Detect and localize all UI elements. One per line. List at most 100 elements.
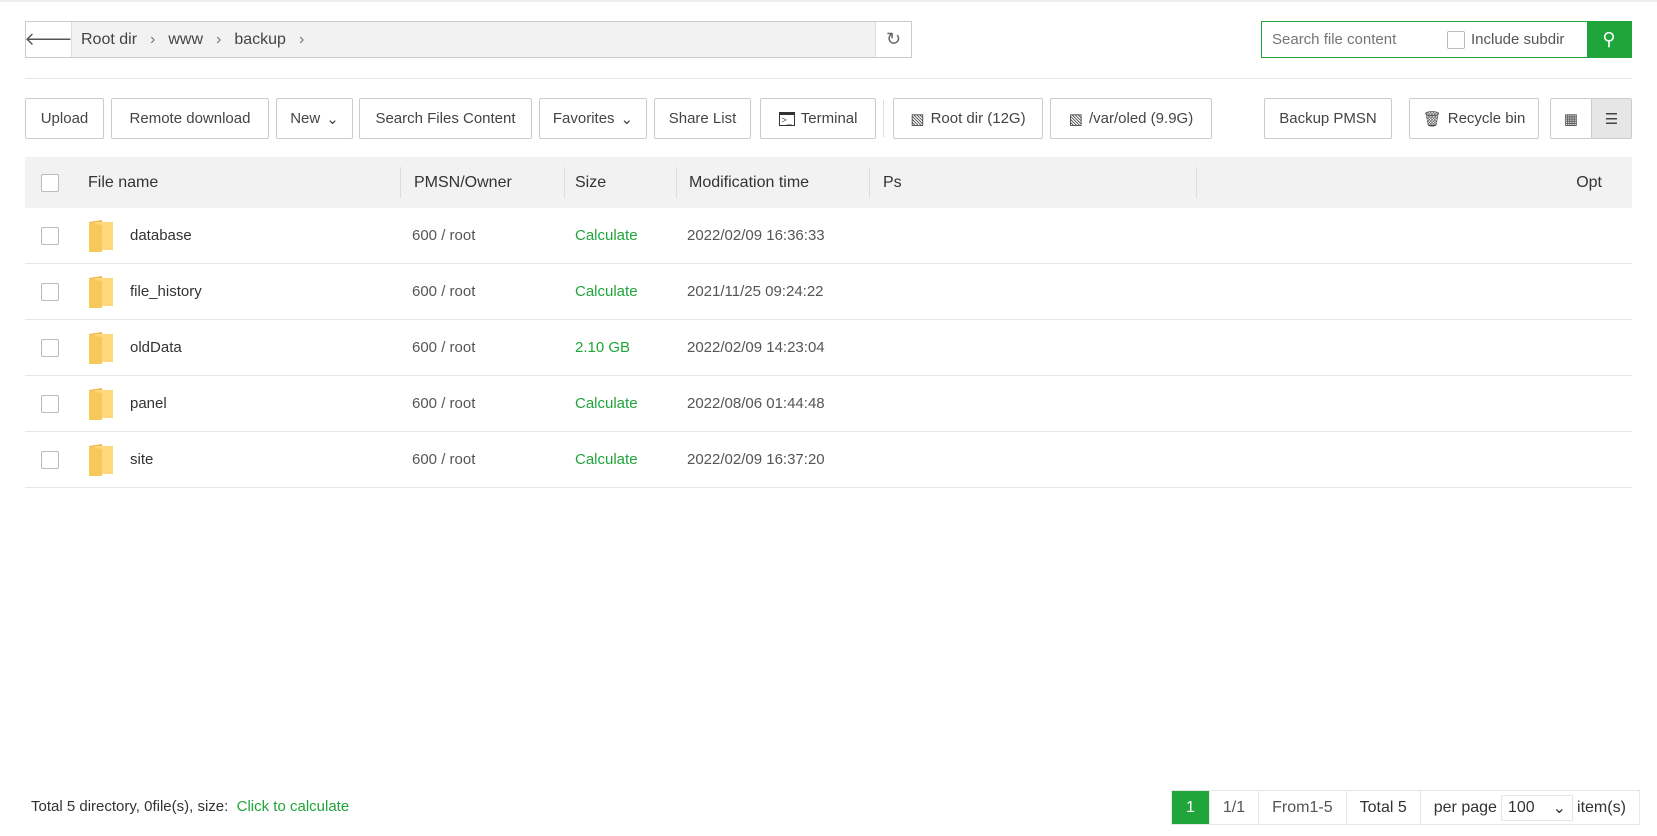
select-all-checkbox[interactable]: [41, 173, 59, 192]
file-name: database: [130, 227, 192, 244]
upload-button[interactable]: Upload: [25, 98, 104, 139]
share-list-button[interactable]: Share List: [654, 98, 751, 139]
summary-text: Total 5 directory, 0file(s), size:: [31, 798, 229, 815]
chevron-down-icon: ⌄: [326, 110, 339, 128]
time-cell: 2022/02/09 14:23:04: [687, 339, 825, 356]
terminal-button[interactable]: >_ Terminal: [760, 98, 876, 139]
time-cell: 2021/11/25 09:24:22: [687, 283, 824, 300]
favorites-dropdown[interactable]: Favorites ⌄: [539, 98, 647, 139]
file-name-cell[interactable]: file_history: [88, 275, 202, 309]
search-files-content-button[interactable]: Search Files Content: [359, 98, 532, 139]
search-button[interactable]: ⚲: [1587, 22, 1631, 57]
calculate-link[interactable]: Click to calculate: [237, 798, 350, 815]
folder-icon: [89, 331, 113, 364]
disk-icon: ▧: [1068, 110, 1083, 128]
separator: [883, 100, 884, 137]
chevron-down-icon: ⌄: [1552, 799, 1567, 817]
folder-icon: [89, 443, 113, 476]
row-checkbox[interactable]: [41, 226, 59, 245]
page-range: From1-5: [1258, 791, 1345, 824]
header-ps: Ps: [883, 173, 902, 191]
new-dropdown[interactable]: New ⌄: [276, 98, 353, 139]
size-cell[interactable]: Calculate: [575, 395, 638, 412]
back-button[interactable]: 🡐: [24, 22, 73, 57]
header-size[interactable]: Size: [575, 174, 606, 192]
file-name: site: [130, 451, 154, 468]
file-name-cell[interactable]: site: [88, 443, 153, 477]
row-checkbox[interactable]: [41, 394, 59, 413]
arrow-left-icon: 🡐: [24, 29, 73, 49]
owner-cell[interactable]: 600 / root: [412, 395, 475, 412]
chevron-right-icon: ›: [298, 30, 305, 48]
chevron-right-icon: ›: [150, 30, 156, 48]
page-count: 1/1: [1208, 791, 1258, 824]
time-cell: 2022/02/09 16:37:20: [687, 451, 825, 468]
table-header: File name PMSN/Owner Size Modification t…: [25, 157, 1632, 208]
table-row[interactable]: oldData 600 / root 2.10 GB 2022/02/09 14…: [25, 320, 1632, 376]
row-checkbox[interactable]: [41, 450, 59, 469]
include-subdir-label: Include subdir: [1471, 31, 1565, 48]
chevron-down-icon: ⌄: [620, 110, 634, 128]
size-cell[interactable]: Calculate: [575, 227, 638, 244]
header-opt: Opt: [1576, 173, 1602, 191]
table-row[interactable]: site 600 / root Calculate 2022/02/09 16:…: [25, 432, 1632, 488]
table-row[interactable]: panel 600 / root Calculate 2022/08/06 01…: [25, 376, 1632, 432]
table-row[interactable]: database 600 / root Calculate 2022/02/09…: [25, 208, 1632, 264]
row-checkbox[interactable]: [41, 338, 59, 357]
divider: [25, 78, 1632, 79]
chevron-right-icon: ›: [216, 30, 222, 48]
include-subdir-checkbox[interactable]: Include subdir: [1447, 30, 1587, 49]
size-cell[interactable]: Calculate: [575, 283, 638, 300]
table-row[interactable]: file_history 600 / root Calculate 2021/1…: [25, 264, 1632, 320]
file-name: oldData: [130, 339, 182, 356]
checkbox[interactable]: [1447, 30, 1465, 49]
page-total: Total 5: [1345, 791, 1420, 824]
footer-summary: Total 5 directory, 0file(s), size: Click…: [31, 798, 349, 815]
var-oled-disk-button[interactable]: ▧/var/oled (9.9G): [1050, 98, 1212, 139]
file-name-cell[interactable]: database: [88, 219, 192, 253]
page-current[interactable]: 1: [1172, 791, 1209, 824]
crumb-root[interactable]: Root dir: [81, 31, 137, 49]
search-icon: ⚲: [1602, 29, 1616, 49]
trash-icon: 🗑: [1422, 110, 1442, 128]
file-table: File name PMSN/Owner Size Modification t…: [25, 157, 1632, 488]
root-dir-disk-button[interactable]: ▧ Root dir (12G): [893, 98, 1043, 139]
breadcrumb: Root dir › www › backup ›: [72, 22, 875, 57]
owner-cell[interactable]: 600 / root: [412, 339, 475, 356]
owner-cell[interactable]: 600 / root: [412, 227, 475, 244]
search-box: Include subdir ⚲: [1261, 21, 1632, 58]
remote-download-button[interactable]: Remote download: [111, 98, 269, 139]
grid-icon: ▦: [1563, 110, 1579, 128]
file-name-cell[interactable]: oldData: [88, 331, 182, 365]
refresh-button[interactable]: ↻: [875, 22, 911, 57]
toolbar: Upload Remote download New ⌄ Search Files…: [25, 98, 1632, 139]
header-file-name[interactable]: File name: [88, 174, 158, 192]
list-icon: ☰: [1604, 110, 1619, 128]
owner-cell[interactable]: 600 / root: [412, 283, 475, 300]
folder-icon: [89, 387, 113, 420]
crumb-www[interactable]: www: [168, 31, 203, 49]
file-name: file_history: [130, 283, 202, 300]
crumb-backup[interactable]: backup: [234, 31, 286, 49]
search-input[interactable]: [1262, 31, 1447, 48]
row-checkbox[interactable]: [41, 282, 59, 301]
list-view-button[interactable]: ☰: [1591, 98, 1632, 139]
disk-icon: ▧: [910, 110, 925, 128]
time-cell: 2022/08/06 01:44:48: [687, 395, 825, 412]
per-page: per page 100 ⌄ item(s): [1419, 791, 1639, 824]
header-owner[interactable]: PMSN/Owner: [414, 174, 512, 192]
file-name-cell[interactable]: panel: [88, 387, 167, 421]
recycle-bin-button[interactable]: 🗑 Recycle bin: [1409, 98, 1539, 139]
grid-view-button[interactable]: ▦: [1550, 98, 1592, 139]
folder-icon: [89, 275, 113, 308]
backup-pmsn-button[interactable]: Backup PMSN: [1264, 98, 1392, 139]
pagination: 1 1/1 From1-5 Total 5 per page 100 ⌄ item(s…: [1171, 790, 1640, 825]
size-cell[interactable]: 2.10 GB: [575, 339, 630, 356]
header-time[interactable]: Modification time: [689, 174, 809, 192]
size-cell[interactable]: Calculate: [575, 451, 638, 468]
owner-cell[interactable]: 600 / root: [412, 451, 475, 468]
time-cell: 2022/02/09 16:36:33: [687, 227, 825, 244]
terminal-icon: >_: [778, 111, 795, 126]
folder-icon: [89, 219, 113, 252]
per-page-select[interactable]: 100 ⌄: [1500, 794, 1574, 821]
